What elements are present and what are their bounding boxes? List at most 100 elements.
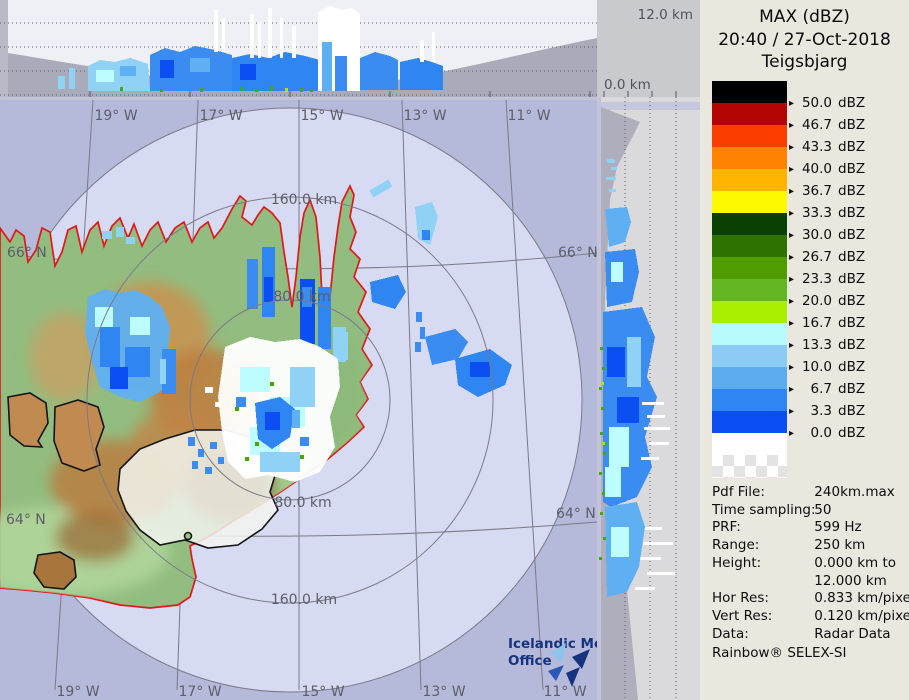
metadata-label: Data: [712, 625, 749, 642]
color-band [712, 301, 787, 323]
level-unit: dBZ [838, 205, 866, 221]
level-value: 46.7 [801, 117, 832, 133]
level-value: 50.0 [801, 95, 832, 111]
scale-label-row: ▸ 46.7 dBZ [789, 114, 865, 136]
level-value: 20.0 [801, 293, 832, 309]
metadata-block: Pdf File: 240km.max Time sampling: 50 PR… [712, 484, 909, 643]
metadata-label: Hor Res: [712, 590, 769, 607]
color-band [712, 191, 787, 213]
lat-label-right: 66° N [558, 245, 597, 261]
metadata-label: Time sampling: [712, 501, 816, 518]
color-band [712, 345, 787, 367]
level-unit: dBZ [838, 425, 866, 441]
software-credit: Rainbow® SELEX-SI [712, 645, 847, 661]
level-value: 30.0 [801, 227, 832, 243]
scale-label-row: ▸ 20.0 dBZ [789, 290, 865, 312]
lon-label-bottom: 15° W [301, 684, 344, 700]
lon-label-top: 13° W [403, 108, 446, 124]
level-arrow-icon: ▸ [789, 317, 795, 329]
color-band [712, 411, 787, 433]
lon-label-bottom: 19° W [56, 684, 99, 700]
level-arrow-icon: ▸ [789, 427, 795, 439]
scale-label-row: ▸ 26.7 dBZ [789, 246, 865, 268]
profile-top-margin [597, 97, 601, 700]
level-arrow-icon: ▸ [789, 361, 795, 373]
metadata-value: 240km.max [814, 484, 895, 500]
metadata-value: 0.000 km to [814, 554, 897, 571]
metadata-value: Radar Data [814, 625, 891, 642]
scale-label-row: ▸ 30.0 dBZ [789, 224, 865, 246]
ring-label-80-bottom: 80.0 km [274, 495, 331, 511]
level-unit: dBZ [838, 315, 866, 331]
lon-label-bottom: 17° W [178, 684, 221, 700]
level-arrow-icon: ▸ [789, 273, 795, 285]
color-band [712, 323, 787, 345]
radar-map-graphic: 19° W 17° W 15° W 13° W 11° W 19° W 17° … [0, 97, 610, 700]
metadata-row: Time sampling: 50 [712, 502, 907, 520]
color-band [712, 213, 787, 235]
legend-header: MAX (dBZ) 20:40 / 27-Oct-2018 Teigsbjarg [700, 6, 909, 74]
metadata-row: Hor Res: 0.833 km/pixel [712, 590, 909, 608]
metadata-value: 599 Hz [814, 519, 862, 536]
metadata-label: Vert Res: [712, 607, 773, 624]
level-unit: dBZ [838, 183, 866, 199]
level-value: 6.7 [810, 381, 832, 397]
profile-axis-corner: 12.0 km 0.0 km [597, 0, 700, 97]
level-value: 16.7 [801, 315, 832, 331]
scale-label-row: ▸ 36.7 dBZ [789, 180, 865, 202]
color-band [712, 103, 787, 125]
lon-label-top: 19° W [94, 108, 137, 124]
island-vestmannaeyjar [183, 531, 193, 541]
level-arrow-icon: ▸ [789, 97, 795, 109]
scale-label-row: ▸ 23.3 dBZ [789, 268, 865, 290]
level-arrow-icon: ▸ [789, 229, 795, 241]
level-value: 40.0 [801, 161, 832, 177]
level-unit: dBZ [838, 95, 866, 111]
lon-label-top: 15° W [300, 108, 343, 124]
level-unit: dBZ [838, 161, 866, 177]
imo-logo-text-1: Icelandic Met [508, 636, 597, 652]
metadata-value: 12.000 km [814, 572, 887, 589]
metadata-value: 0.833 km/pixel [814, 590, 909, 607]
lon-label-bottom: 11° W [543, 684, 586, 700]
metadata-row: PRF: 599 Hz [712, 519, 907, 537]
level-arrow-icon: ▸ [789, 141, 795, 153]
level-arrow-icon: ▸ [789, 185, 795, 197]
scale-label-row: ▸ 13.3 dBZ [789, 334, 865, 356]
metadata-row: 12.000 km [712, 573, 907, 591]
color-band [712, 147, 787, 169]
color-scale-bar [712, 81, 787, 455]
ring-label-160-bottom: 160.0 km [271, 592, 337, 608]
color-band [712, 279, 787, 301]
metadata-label: Pdf File: [712, 484, 765, 500]
radar-product-screen: 12.0 km 0.0 km 19° W 17° W 15° W 13° W 1… [0, 0, 909, 700]
level-value: 3.3 [810, 403, 832, 419]
profile-left-margin [0, 0, 8, 97]
level-value: 26.7 [801, 249, 832, 265]
side-profile-graphic [597, 97, 700, 700]
lon-label-top: 17° W [199, 108, 242, 124]
scale-label-row: ▸ 33.3 dBZ [789, 202, 865, 224]
ring-label-160-top: 160.0 km [271, 192, 337, 208]
color-scale-labels: ▸ 50.0 dBZ ▸ 46.7 dBZ ▸ 43.3 dBZ ▸ 40.0 … [789, 92, 865, 444]
color-band [712, 169, 787, 191]
level-arrow-icon: ▸ [789, 405, 795, 417]
metadata-row: Vert Res: 0.120 km/pixel [712, 607, 909, 626]
level-value: 13.3 [801, 337, 832, 353]
level-value: 33.3 [801, 205, 832, 221]
color-band [712, 367, 787, 389]
scale-label-row: ▸ 0.0 dBZ [789, 422, 865, 444]
level-unit: dBZ [838, 249, 866, 265]
level-arrow-icon: ▸ [789, 251, 795, 263]
level-value: 23.3 [801, 271, 832, 287]
metadata-row: Range: 250 km [712, 537, 907, 555]
ring-label-80-top: 80.0 km [273, 289, 330, 305]
lon-label-top: 11° W [507, 108, 550, 124]
metadata-label: Range: [712, 537, 760, 554]
product-datetime: 20:40 / 27-Oct-2018 [718, 29, 891, 50]
level-value: 10.0 [801, 359, 832, 375]
lat-label-right: 64° N [556, 506, 596, 522]
color-band [712, 125, 787, 147]
scale-label-row: ▸ 6.7 dBZ [789, 378, 865, 400]
radar-map-panel: 19° W 17° W 15° W 13° W 11° W 19° W 17° … [0, 97, 610, 700]
